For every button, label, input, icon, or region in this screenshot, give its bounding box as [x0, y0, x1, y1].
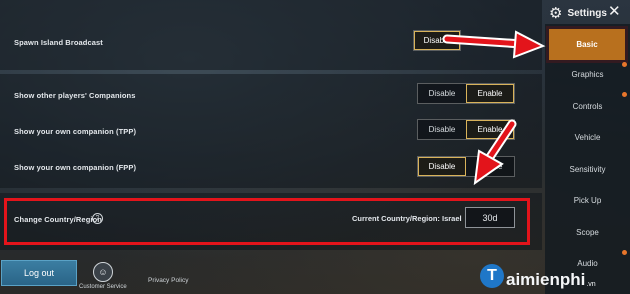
customer-service-icon[interactable]: ☺ — [93, 262, 113, 282]
watermark-suffix: .vn — [586, 281, 596, 288]
close-icon[interactable]: ✕ — [608, 4, 621, 19]
watermark-brand: aimienphi — [506, 270, 586, 289]
companion-tpp-label: Show your own companion (TPP) — [14, 127, 137, 136]
companion-other-toggle[interactable]: Disable Enable — [417, 83, 515, 104]
companion-fpp-enable[interactable]: Enable — [466, 157, 514, 176]
controls-notification-dot — [622, 92, 627, 97]
spawn-island-label: Spawn Island Broadcast — [14, 38, 103, 47]
companion-other-disable[interactable]: Disable — [418, 84, 466, 103]
current-region-text: Current Country/Region: Israel — [352, 214, 462, 223]
change-region-label: Change Country/Region — [14, 215, 102, 224]
help-icon[interactable]: ? — [92, 213, 103, 224]
settings-header: ⚙ Settings — [549, 4, 607, 22]
sidebar-item-basic[interactable]: Basic — [549, 29, 625, 60]
companion-fpp-disable[interactable]: Disable — [418, 157, 466, 176]
logout-button[interactable]: Log out — [1, 260, 77, 286]
companion-fpp-label: Show your own companion (FPP) — [14, 163, 137, 172]
spawn-island-disable-option[interactable]: Disable — [414, 31, 460, 50]
companion-other-label: Show other players' Companions — [14, 91, 136, 100]
sidebar-item-graphics[interactable]: Graphics — [545, 59, 630, 90]
companion-tpp-disable[interactable]: Disable — [418, 120, 466, 139]
sidebar-item-pick-up[interactable]: Pick Up — [545, 185, 630, 216]
privacy-policy-link[interactable]: Privacy Policy — [148, 277, 188, 284]
sidebar-item-scope[interactable]: Scope — [545, 217, 630, 248]
companion-other-enable[interactable]: Enable — [466, 84, 514, 103]
watermark-logo: T aimienphi .vn — [480, 264, 596, 288]
settings-title: Settings — [567, 7, 607, 19]
companion-fpp-toggle[interactable]: Disable Enable — [417, 156, 515, 177]
companion-tpp-toggle[interactable]: Disable Enable — [417, 119, 515, 140]
change-region-button[interactable]: 30d — [465, 207, 515, 228]
sidebar-item-sensitivity[interactable]: Sensitivity — [545, 154, 630, 185]
watermark-logo-letter: T — [480, 264, 504, 288]
spawn-island-toggle[interactable]: Disable — [413, 30, 461, 51]
graphics-notification-dot — [622, 62, 627, 67]
sidebar-item-controls[interactable]: Controls — [545, 91, 630, 122]
customer-service-label[interactable]: Customer Service — [79, 284, 127, 290]
gear-icon: ⚙ — [549, 4, 563, 22]
companion-tpp-enable[interactable]: Enable — [466, 120, 514, 139]
sidebar-item-vehicle[interactable]: Vehicle — [545, 122, 630, 153]
audio-notification-dot — [622, 250, 627, 255]
